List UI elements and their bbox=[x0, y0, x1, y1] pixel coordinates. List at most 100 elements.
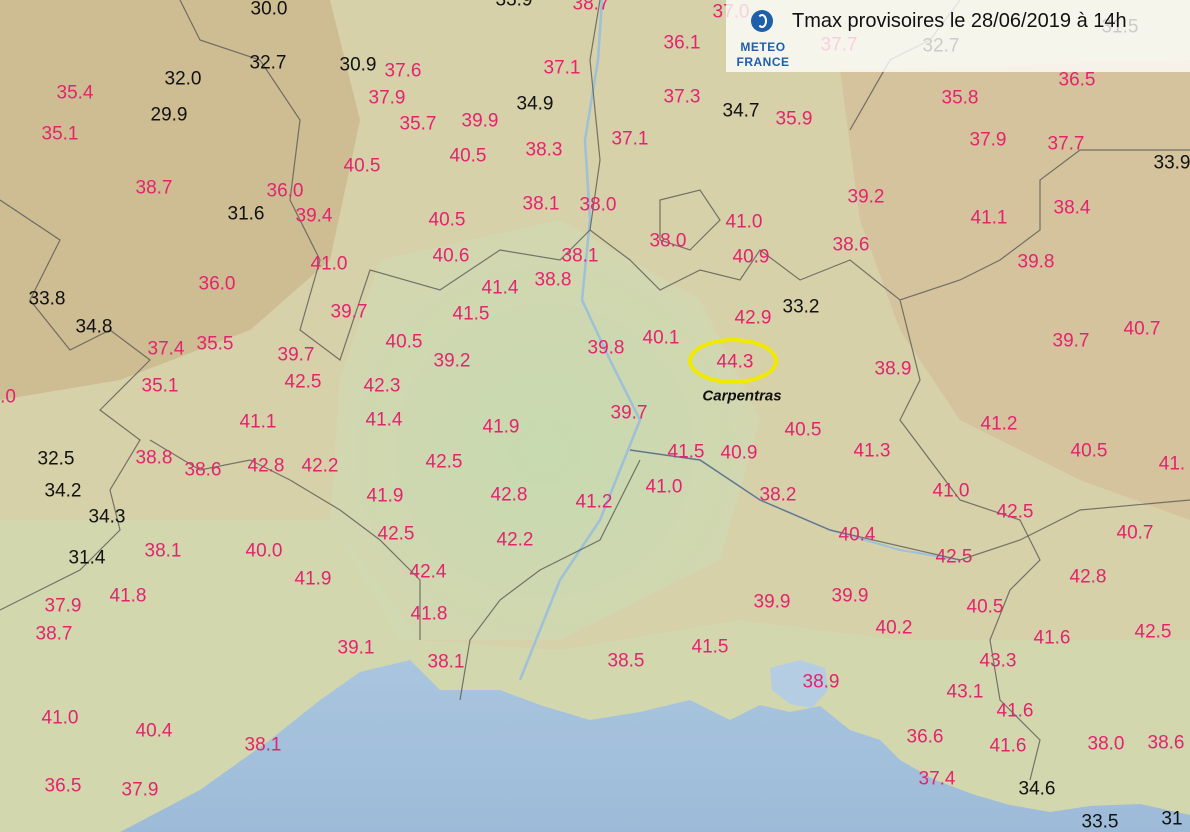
station-temperature: 42.5 bbox=[1134, 621, 1172, 643]
station-temperature: 37.4 bbox=[147, 338, 185, 360]
station-temperature: 41.0 bbox=[725, 211, 763, 233]
station-temperature: 43.1 bbox=[946, 681, 984, 703]
station-temperature: 36.0 bbox=[266, 180, 304, 202]
station-temperature: 38.0 bbox=[649, 230, 687, 252]
station-temperature: 34.3 bbox=[88, 506, 126, 528]
station-temperature: 38.8 bbox=[534, 269, 572, 291]
station-temperature: 38.0 bbox=[579, 194, 617, 216]
station-temperature: 37.9 bbox=[44, 595, 82, 617]
station-temperature: 38.9 bbox=[802, 671, 840, 693]
station-temperature: 38.6 bbox=[184, 459, 222, 481]
station-temperature: 37.9 bbox=[969, 129, 1007, 151]
station-temperature: 34.7 bbox=[722, 100, 760, 122]
station-temperature: 39.1 bbox=[337, 637, 375, 659]
station-temperature: 37.7 bbox=[1047, 133, 1085, 155]
station-temperature: 38.1 bbox=[244, 734, 282, 756]
station-temperature: 39.9 bbox=[753, 591, 791, 613]
station-temperature: 38.7 bbox=[135, 177, 173, 199]
temperature-map: 30.033.938.737.036.137.732.731.535.432.0… bbox=[0, 0, 1190, 832]
station-temperature: 36.1 bbox=[663, 32, 701, 54]
station-temperature: 36.0 bbox=[198, 273, 236, 295]
station-temperature: 41.4 bbox=[365, 409, 403, 431]
station-temperature: 41.2 bbox=[980, 413, 1018, 435]
station-temperature: 37.9 bbox=[368, 87, 406, 109]
station-temperature: 36.5 bbox=[1058, 69, 1096, 91]
station-temperature: 37.9 bbox=[121, 779, 159, 801]
station-temperature: 40.7 bbox=[1116, 522, 1154, 544]
station-temperature: 40.4 bbox=[838, 524, 876, 546]
station-temperature: 40.5 bbox=[385, 331, 423, 353]
station-temperature: 35.4 bbox=[56, 82, 94, 104]
station-temperature: 40.5 bbox=[343, 155, 381, 177]
station-temperature: 40.5 bbox=[449, 145, 487, 167]
station-temperature: 40.5 bbox=[428, 209, 466, 231]
station-temperature: 39.4 bbox=[295, 205, 333, 227]
station-temperature: 41.1 bbox=[970, 207, 1008, 229]
station-temperature: 39.8 bbox=[587, 337, 625, 359]
station-temperature: 39.9 bbox=[831, 585, 869, 607]
station-temperature: 31.4 bbox=[68, 547, 106, 569]
station-temperature: 33.9 bbox=[495, 0, 533, 11]
station-temperature: 41.8 bbox=[410, 603, 448, 625]
station-temperature: 35.7 bbox=[399, 113, 437, 135]
station-temperature: 42.5 bbox=[377, 523, 415, 545]
station-temperature: 42.3 bbox=[363, 375, 401, 397]
station-temperature: 38.6 bbox=[1147, 732, 1185, 754]
station-temperature: 42.9 bbox=[734, 307, 772, 329]
station-temperature: 40.2 bbox=[875, 617, 913, 639]
station-temperature: 38.1 bbox=[144, 540, 182, 562]
station-temperature: 37.1 bbox=[611, 128, 649, 150]
map-title: Tmax provisoires le 28/06/2019 à 14h bbox=[792, 10, 1127, 32]
station-temperature: 38.0 bbox=[1087, 733, 1125, 755]
station-temperature: 40.4 bbox=[135, 720, 173, 742]
station-temperature: 40.5 bbox=[784, 419, 822, 441]
station-temperature: 42.5 bbox=[935, 546, 973, 568]
station-temperature: 29.9 bbox=[150, 104, 188, 126]
station-temperature: 35.9 bbox=[775, 108, 813, 130]
station-temperature: 41.6 bbox=[989, 735, 1027, 757]
station-temperature: 34.2 bbox=[44, 480, 82, 502]
station-temperature: 38.1 bbox=[522, 193, 560, 215]
station-temperature: 37.3 bbox=[663, 86, 701, 108]
station-temperature: 40.6 bbox=[432, 245, 470, 267]
station-temperature: 42.5 bbox=[996, 501, 1034, 523]
station-temperature: 42.5 bbox=[425, 451, 463, 473]
station-temperature: 40.5 bbox=[966, 596, 1004, 618]
station-temperature: 41.3 bbox=[853, 440, 891, 462]
station-temperature: 33.2 bbox=[782, 296, 820, 318]
station-temperature: 42.5 bbox=[284, 371, 322, 393]
station-temperature: 43.3 bbox=[979, 650, 1017, 672]
station-temperature: 39.7 bbox=[1052, 330, 1090, 352]
station-temperature: 38.1 bbox=[561, 245, 599, 267]
station-temperature: 41.9 bbox=[366, 485, 404, 507]
station-temperature: 38.4 bbox=[1053, 197, 1091, 219]
station-temperature: 33.9 bbox=[1153, 152, 1190, 174]
station-temperature: 30.0 bbox=[250, 0, 288, 20]
station-temperature: 38.2 bbox=[759, 484, 797, 506]
station-temperature: 34.6 bbox=[1018, 778, 1056, 800]
station-temperature: 41.8 bbox=[109, 585, 147, 607]
station-temperature: 41.0 bbox=[645, 476, 683, 498]
station-temperature: 35.1 bbox=[41, 123, 79, 145]
station-temperature: 33.8 bbox=[28, 288, 66, 310]
station-temperature: 34.9 bbox=[516, 93, 554, 115]
station-temperature: 41.6 bbox=[1033, 627, 1071, 649]
station-temperature: 40.5 bbox=[1070, 440, 1108, 462]
station-temperature: 41. bbox=[1158, 453, 1186, 475]
station-temperature: 42.2 bbox=[301, 455, 339, 477]
meteo-france-logo: METEO FRANCE bbox=[734, 8, 792, 70]
station-temperature: 34.8 bbox=[75, 316, 113, 338]
station-temperature: 32.0 bbox=[164, 68, 202, 90]
station-temperature: 41.0 bbox=[932, 480, 970, 502]
station-temperature: 38.1 bbox=[427, 651, 465, 673]
station-temperature: 35.5 bbox=[196, 333, 234, 355]
station-temperature: 32.5 bbox=[37, 448, 75, 470]
station-temperature: 42.8 bbox=[247, 455, 285, 477]
station-temperature: 41.9 bbox=[294, 568, 332, 590]
station-temperature: 41.5 bbox=[691, 636, 729, 658]
station-temperature: 41.6 bbox=[996, 700, 1034, 722]
station-temperature: 37.1 bbox=[543, 57, 581, 79]
station-temperature: 38.5 bbox=[607, 650, 645, 672]
station-temperature: 40.1 bbox=[642, 327, 680, 349]
station-temperature: 32.7 bbox=[249, 52, 287, 74]
